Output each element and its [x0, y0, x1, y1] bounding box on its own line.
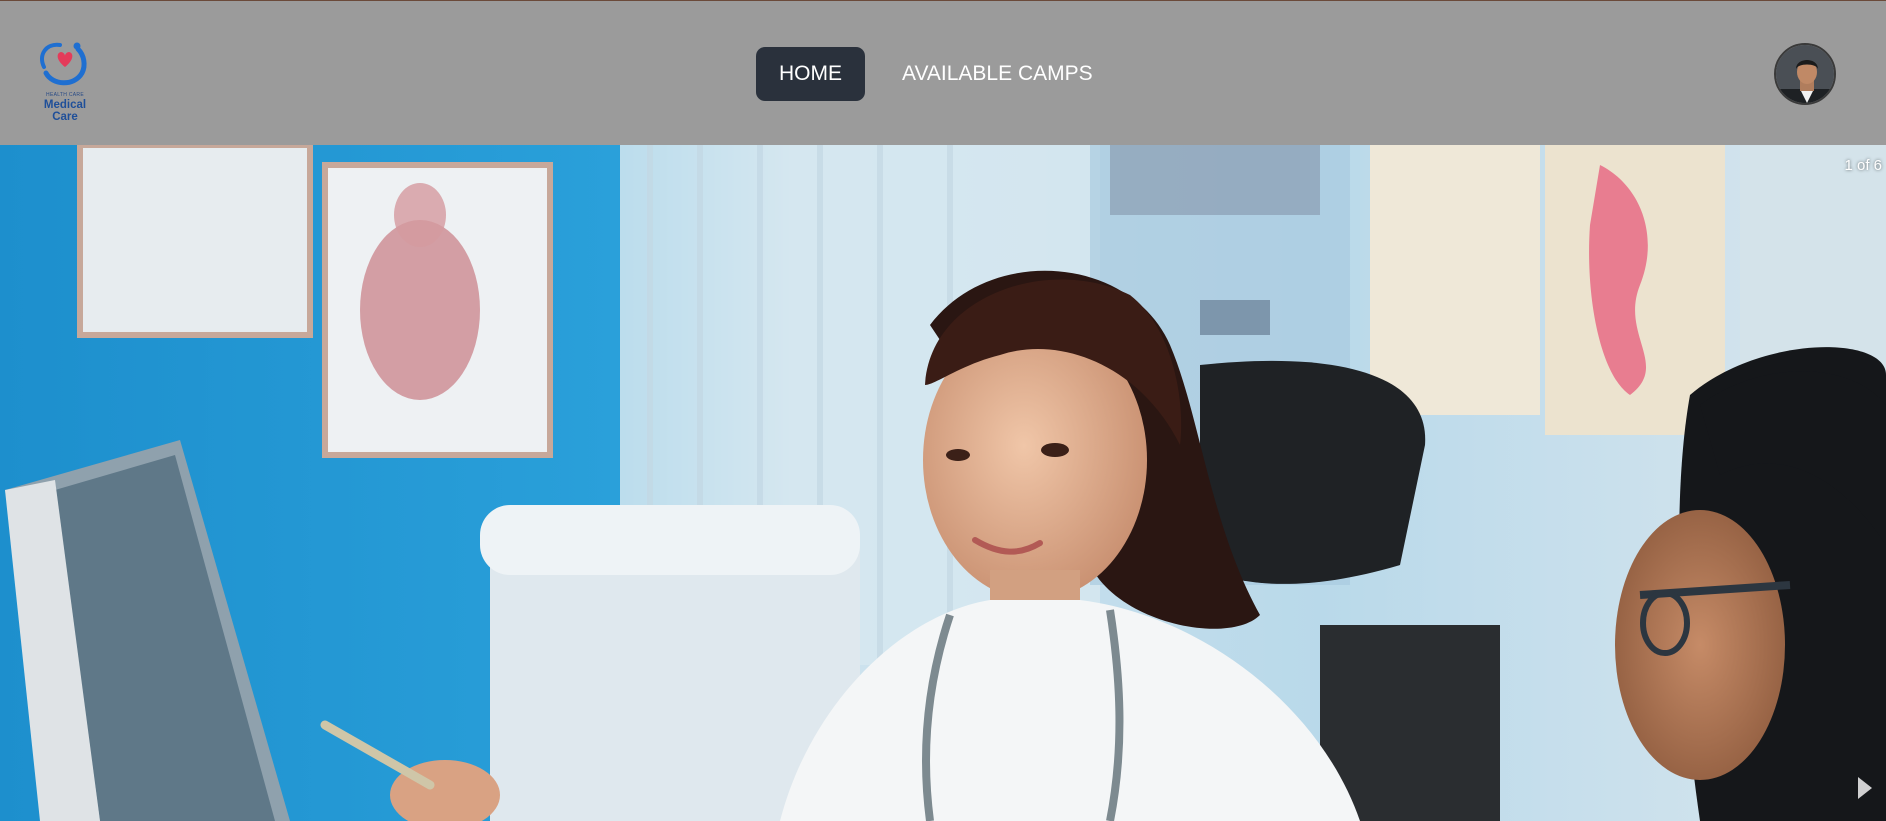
navbar: HEALTH CARE Medical Care HOME AVAILABLE … [0, 1, 1886, 145]
user-avatar[interactable] [1774, 43, 1836, 105]
hero-carousel: 1 of 6 [0, 145, 1886, 821]
brand-logo[interactable]: HEALTH CARE Medical Care [30, 37, 100, 123]
brand-name: Medical Care [43, 99, 87, 123]
main-nav: HOME AVAILABLE CAMPS [756, 47, 1116, 101]
slide-counter: 1 of 6 [1844, 157, 1882, 174]
chevron-right-icon [1858, 777, 1872, 799]
brand-tagline: HEALTH CARE [46, 92, 84, 98]
nav-home[interactable]: HOME [756, 47, 865, 101]
hero-slide-image [0, 145, 1886, 821]
user-avatar-icon [1776, 45, 1834, 103]
next-slide-button[interactable] [1854, 771, 1876, 805]
nav-available-camps[interactable]: AVAILABLE CAMPS [879, 47, 1116, 101]
heart-hands-icon [40, 42, 87, 86]
